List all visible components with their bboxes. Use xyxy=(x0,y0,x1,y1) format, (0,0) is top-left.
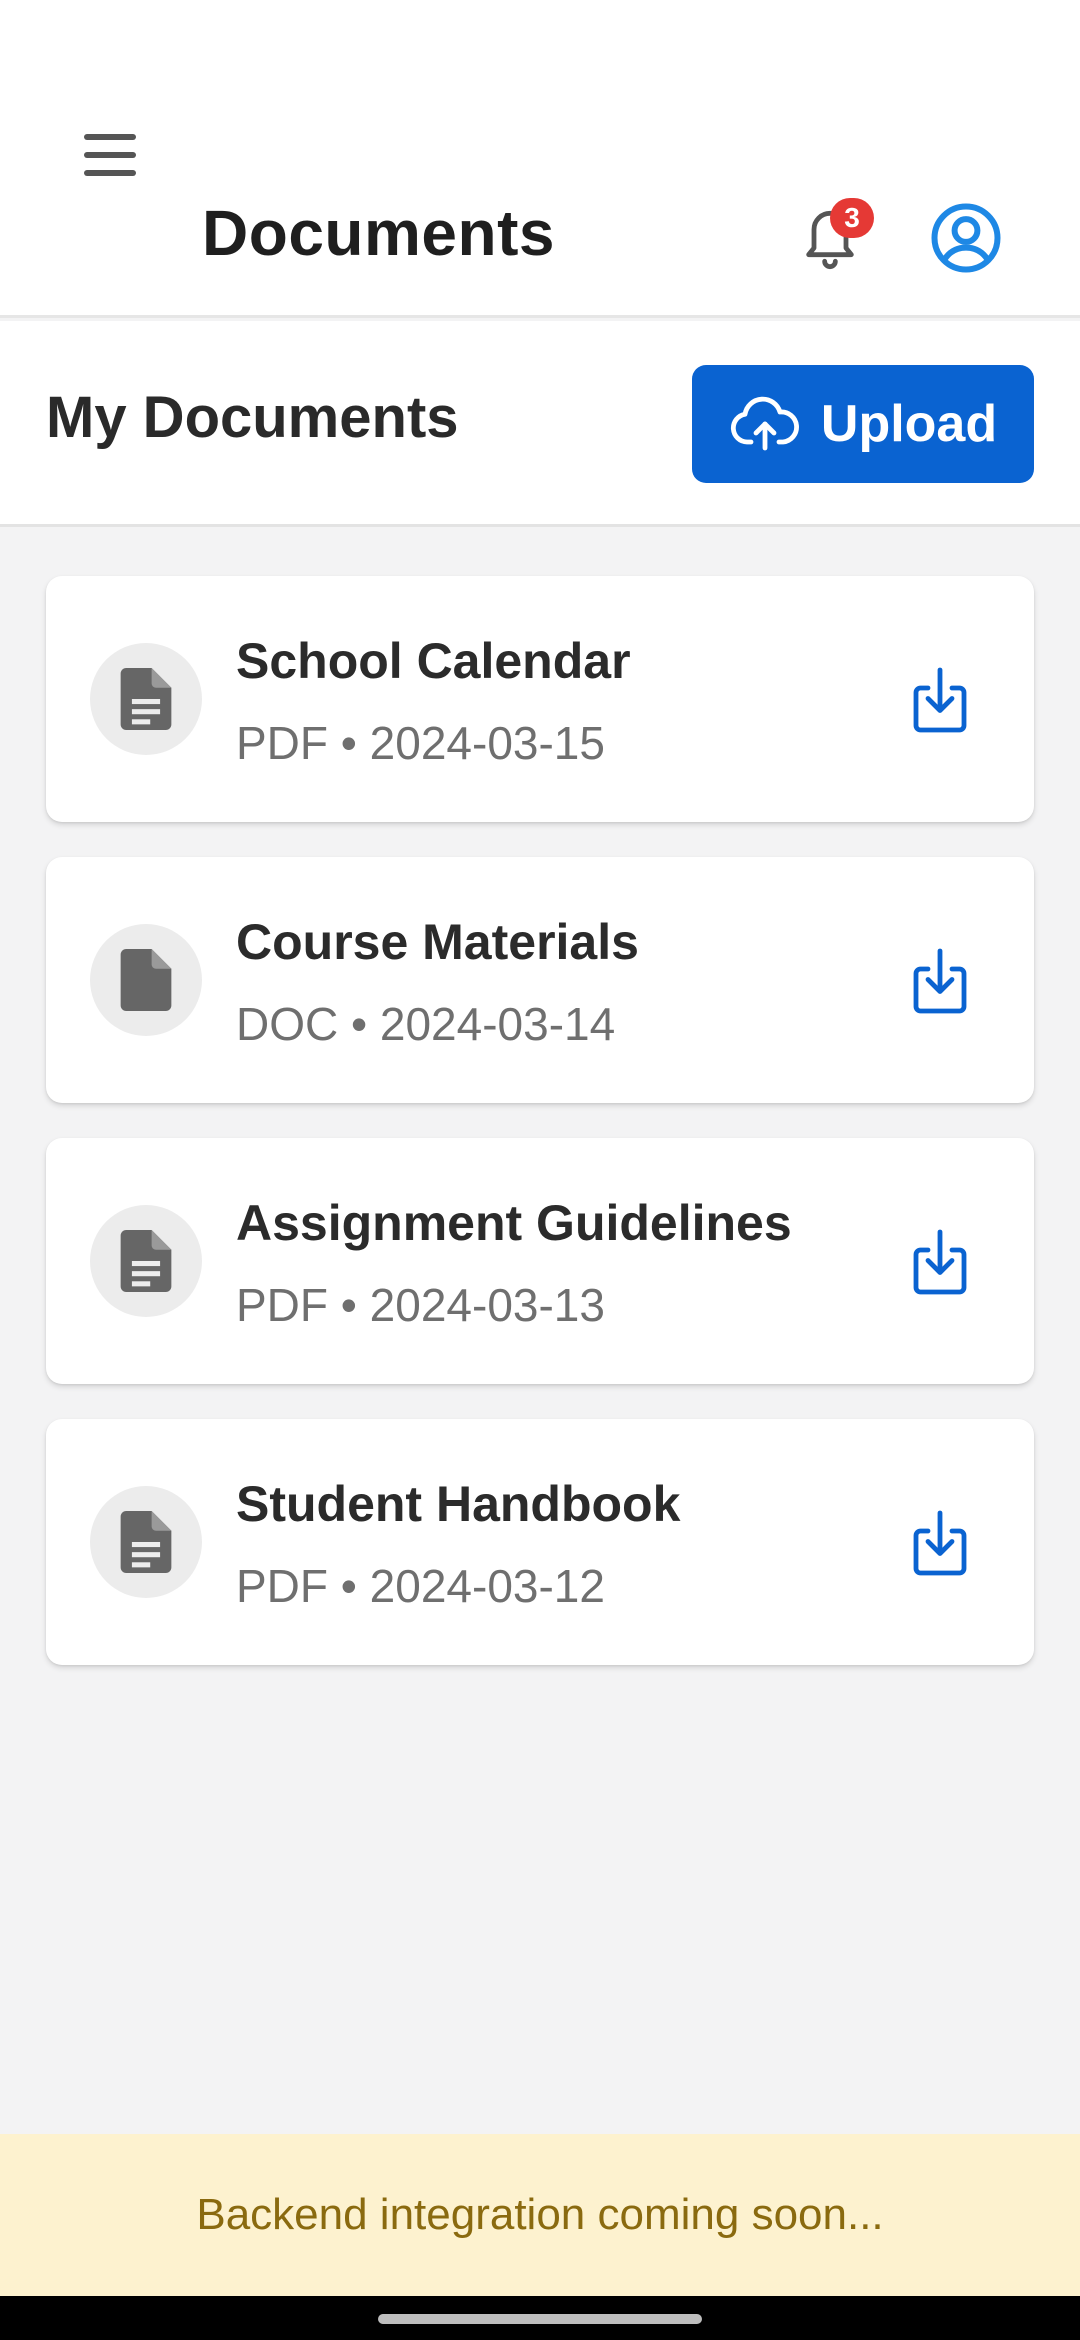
status-bar xyxy=(0,0,1080,80)
notification-badge: 3 xyxy=(830,198,874,238)
file-text-icon xyxy=(90,1486,202,1598)
file-text-icon xyxy=(90,1205,202,1317)
document-name: School Calendar xyxy=(236,633,631,689)
document-meta: PDF • 2024-03-15 xyxy=(236,717,605,769)
system-nav-bar xyxy=(0,2296,1080,2340)
document-name: Assignment Guidelines xyxy=(236,1195,792,1251)
home-indicator[interactable] xyxy=(378,2314,702,2324)
download-icon[interactable] xyxy=(904,1226,976,1298)
document-meta: PDF • 2024-03-13 xyxy=(236,1279,605,1331)
menu-icon[interactable] xyxy=(82,134,142,178)
download-icon[interactable] xyxy=(904,664,976,736)
banner-text: Backend integration coming soon... xyxy=(196,2190,884,2239)
documents-header: My Documents Upload xyxy=(0,321,1080,527)
document-meta: DOC • 2024-03-14 xyxy=(236,998,616,1050)
document-name: Course Materials xyxy=(236,914,639,970)
upload-label: Upload xyxy=(820,395,998,453)
document-card[interactable]: Course Materials DOC • 2024-03-14 xyxy=(46,857,1034,1103)
document-meta: PDF • 2024-03-12 xyxy=(236,1560,605,1612)
document-card[interactable]: School Calendar PDF • 2024-03-15 xyxy=(46,576,1034,822)
document-card[interactable]: Student Handbook PDF • 2024-03-12 xyxy=(46,1419,1034,1665)
integration-banner: Backend integration coming soon... xyxy=(0,2134,1080,2296)
page-title: Documents xyxy=(202,197,555,269)
document-name: Student Handbook xyxy=(236,1476,681,1532)
download-icon[interactable] xyxy=(904,1507,976,1579)
cloud-upload-icon xyxy=(730,396,799,451)
document-card[interactable]: Assignment Guidelines PDF • 2024-03-13 xyxy=(46,1138,1034,1384)
upload-button[interactable]: Upload xyxy=(692,365,1034,483)
profile-icon[interactable] xyxy=(930,202,1002,274)
file-icon xyxy=(90,924,202,1036)
download-icon[interactable] xyxy=(904,945,976,1017)
section-title: My Documents xyxy=(46,385,459,450)
document-list: School Calendar PDF • 2024-03-15 Course … xyxy=(46,576,1034,1700)
app-root: Documents 3 My Documents Upload School C… xyxy=(0,0,1080,2340)
file-text-icon xyxy=(90,643,202,755)
